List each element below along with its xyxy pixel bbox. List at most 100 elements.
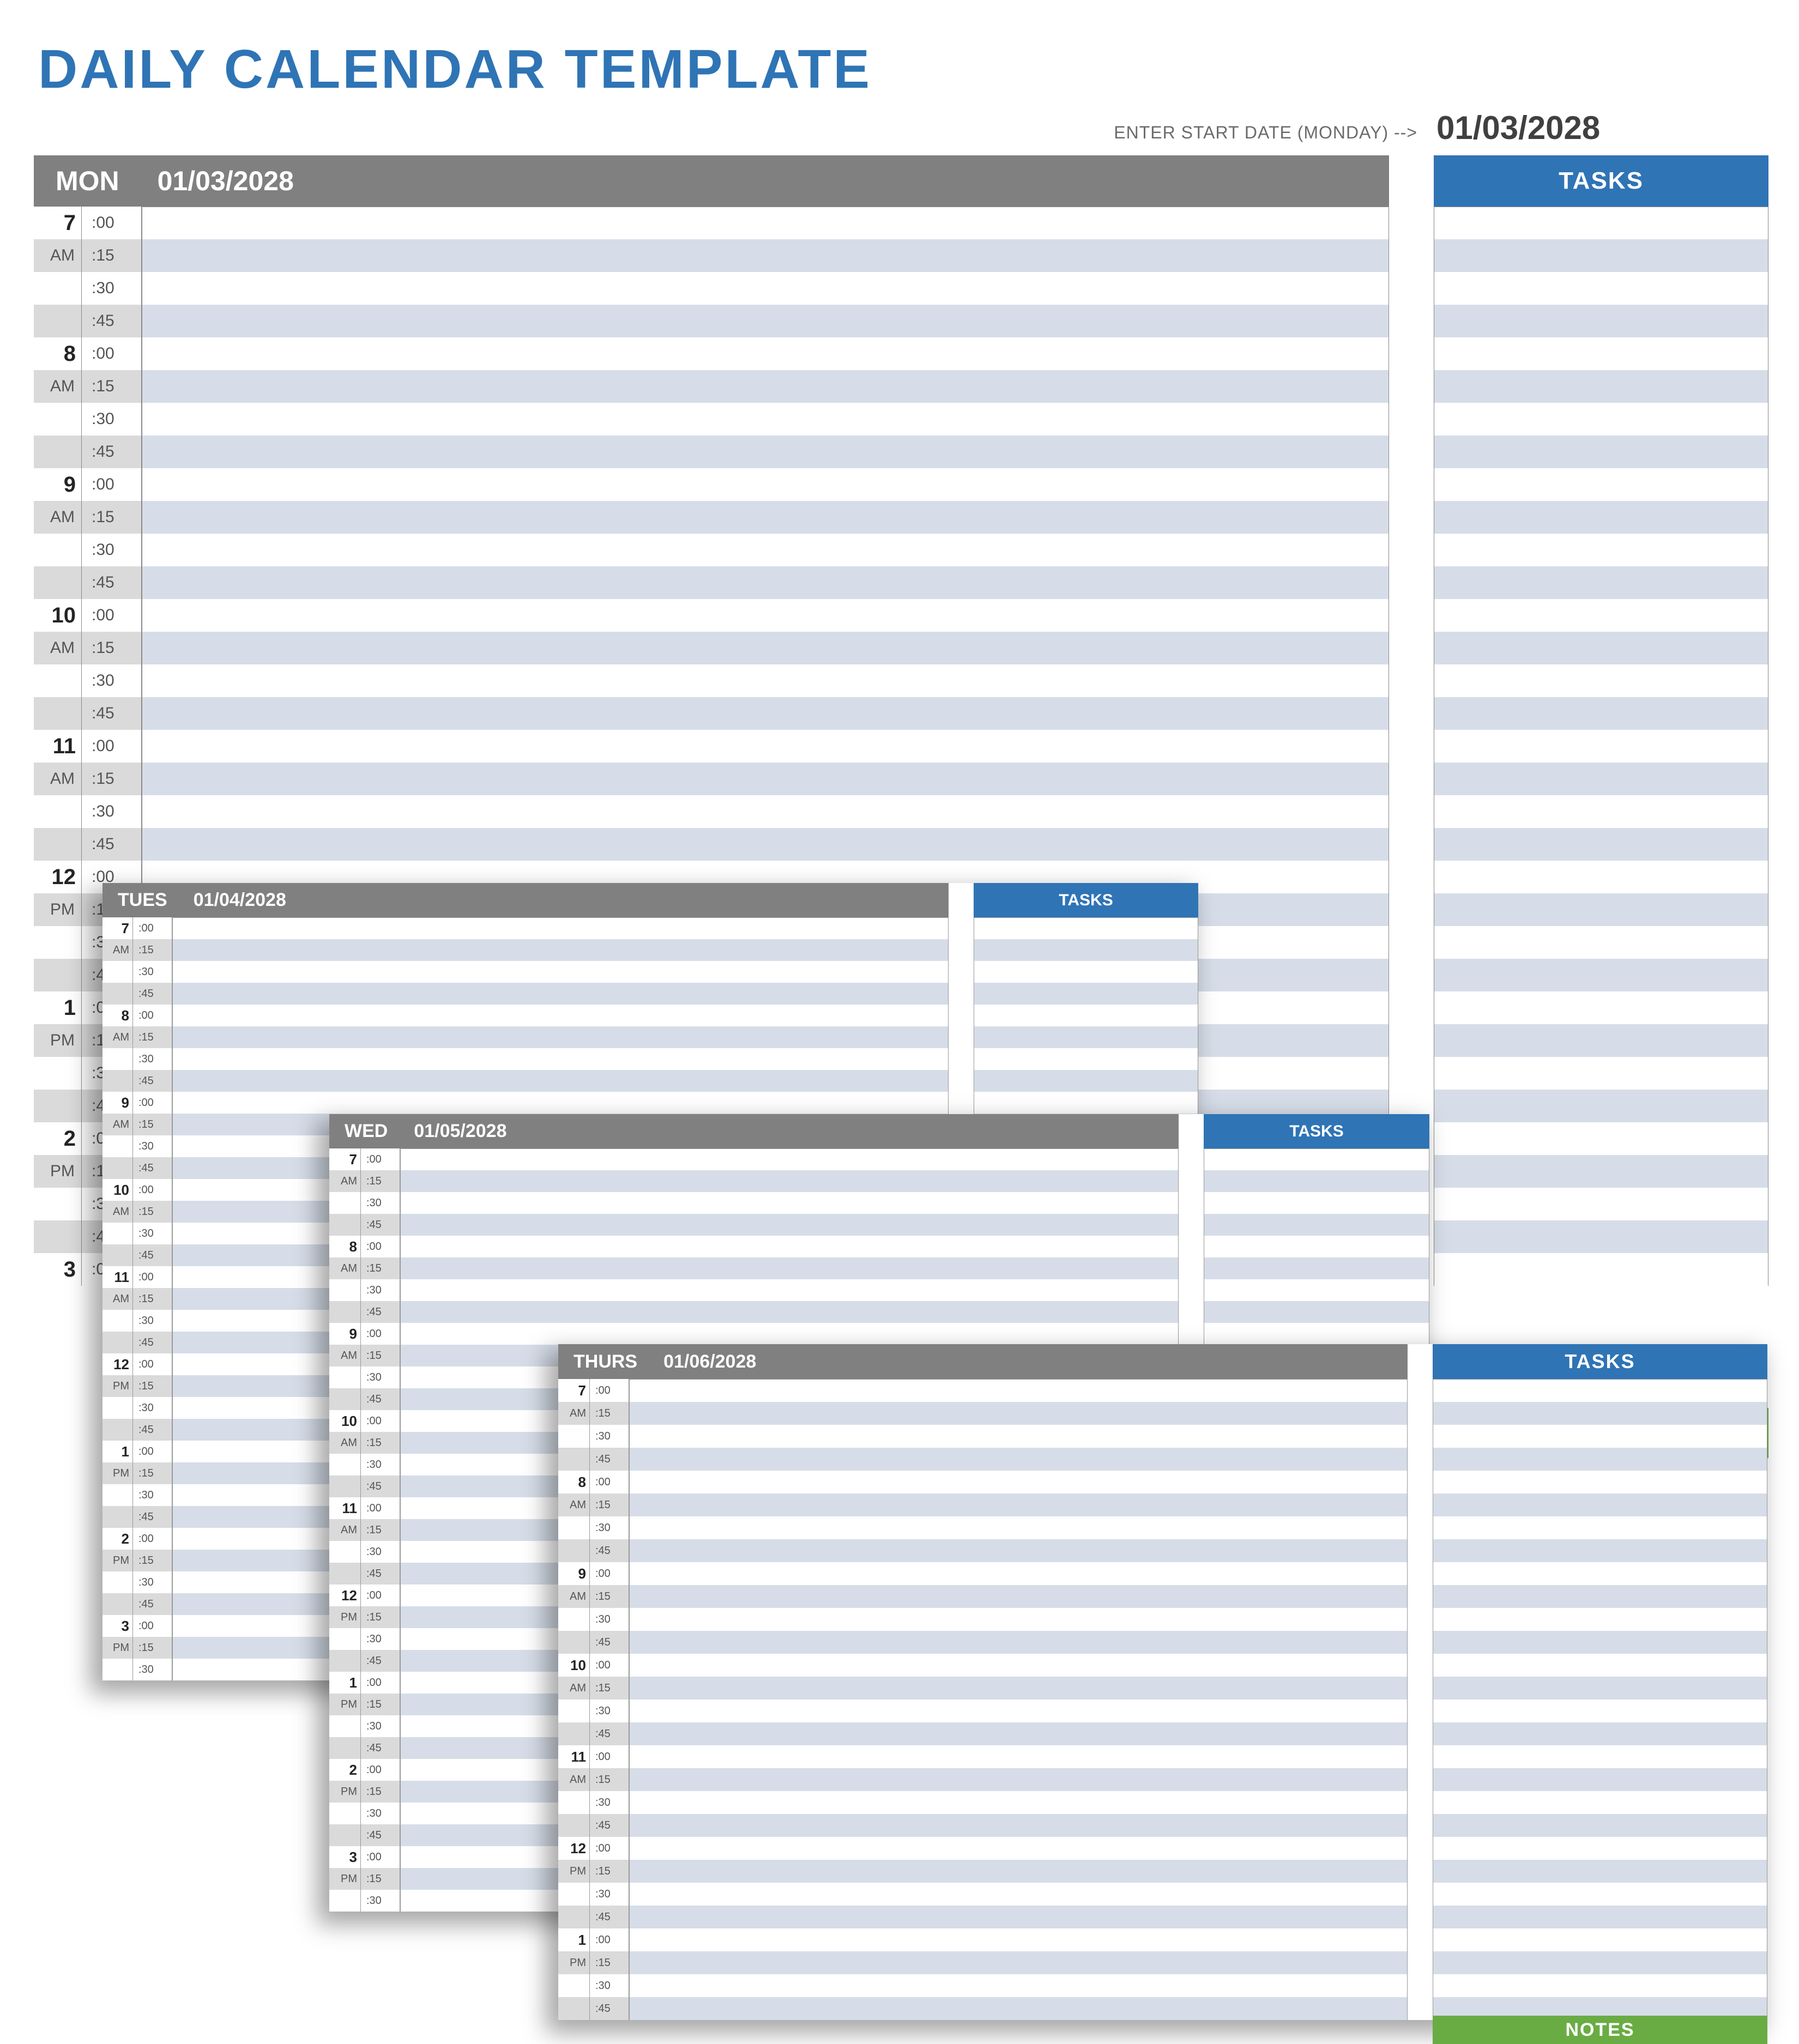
task-cell[interactable] [1204,1323,1429,1345]
task-cell[interactable] [1433,1402,1767,1425]
event-cell[interactable] [142,436,1389,468]
task-cell[interactable] [1433,1951,1767,1974]
event-cell[interactable] [629,1539,1408,1562]
event-cell[interactable] [629,1791,1408,1814]
event-cell[interactable] [142,305,1389,337]
task-cell[interactable] [1434,239,1768,272]
start-date-value[interactable]: 01/03/2028 [1436,109,1600,147]
task-cell[interactable] [1433,1448,1767,1471]
task-cell[interactable] [1434,272,1768,305]
task-cell[interactable] [1433,1631,1767,1654]
task-cell[interactable] [974,961,1198,983]
schedule-grid-thurs[interactable]: 7:00AM:15:30:458:00AM:15:30:459:00AM:15:… [558,1379,1767,2020]
task-cell[interactable] [1434,632,1768,664]
task-cell[interactable] [1434,1253,1768,1286]
event-cell[interactable] [629,1974,1408,1997]
event-cell[interactable] [400,1148,1179,1170]
event-cell[interactable] [400,1301,1179,1323]
event-cell[interactable] [142,664,1389,697]
task-cell[interactable] [1434,1057,1768,1090]
task-cell[interactable] [1433,1425,1767,1448]
event-cell[interactable] [142,599,1389,632]
task-cell[interactable] [1433,1608,1767,1631]
event-cell[interactable] [142,566,1389,599]
task-cell[interactable] [1434,828,1768,861]
task-cell[interactable] [1434,566,1768,599]
event-cell[interactable] [172,961,949,983]
task-cell[interactable] [974,1005,1198,1026]
event-cell[interactable] [629,1562,1408,1585]
event-cell[interactable] [629,1997,1408,2020]
task-cell[interactable] [974,917,1198,939]
task-cell[interactable] [974,939,1198,961]
task-cell[interactable] [1434,370,1768,403]
event-cell[interactable] [142,632,1389,664]
event-cell[interactable] [142,207,1389,239]
event-cell[interactable] [400,1257,1179,1279]
event-cell[interactable] [629,1906,1408,1928]
task-cell[interactable] [1434,1024,1768,1057]
task-cell[interactable] [1434,599,1768,632]
task-cell[interactable] [1204,1148,1429,1170]
task-cell[interactable] [1433,1906,1767,1928]
task-cell[interactable] [1433,1562,1767,1585]
task-cell[interactable] [1433,1471,1767,1493]
event-cell[interactable] [629,1585,1408,1608]
task-cell[interactable] [1434,1155,1768,1188]
task-cell[interactable] [1433,1814,1767,1837]
event-cell[interactable] [629,1860,1408,1883]
task-cell[interactable] [1433,1539,1767,1562]
task-cell[interactable] [1204,1301,1429,1323]
task-cell[interactable] [1434,436,1768,468]
event-cell[interactable] [629,1471,1408,1493]
task-cell[interactable] [1434,959,1768,991]
event-cell[interactable] [400,1279,1179,1301]
task-cell[interactable] [1434,1090,1768,1122]
task-cell[interactable] [1434,468,1768,501]
task-cell[interactable] [1204,1170,1429,1192]
event-cell[interactable] [400,1236,1179,1257]
task-cell[interactable] [974,1092,1198,1114]
event-cell[interactable] [142,239,1389,272]
event-cell[interactable] [172,917,949,939]
event-cell[interactable] [172,1048,949,1070]
event-cell[interactable] [629,1883,1408,1906]
task-cell[interactable] [1433,1379,1767,1402]
event-cell[interactable] [142,534,1389,566]
task-cell[interactable] [1434,730,1768,763]
event-cell[interactable] [142,370,1389,403]
event-cell[interactable] [400,1323,1179,1345]
task-cell[interactable] [1434,207,1768,239]
task-cell[interactable] [1434,664,1768,697]
task-cell[interactable] [1434,926,1768,959]
event-cell[interactable] [142,697,1389,730]
task-cell[interactable] [1433,1860,1767,1883]
event-cell[interactable] [400,1214,1179,1236]
task-cell[interactable] [1434,795,1768,828]
task-cell[interactable] [1433,1974,1767,1997]
task-cell[interactable] [1434,697,1768,730]
task-cell[interactable] [1434,893,1768,926]
event-cell[interactable] [172,939,949,961]
event-cell[interactable] [142,730,1389,763]
task-cell[interactable] [1434,861,1768,893]
event-cell[interactable] [629,1516,1408,1539]
event-cell[interactable] [142,501,1389,534]
event-cell[interactable] [400,1170,1179,1192]
event-cell[interactable] [629,1837,1408,1860]
task-cell[interactable] [1204,1236,1429,1257]
task-cell[interactable] [1433,1700,1767,1722]
task-cell[interactable] [1434,763,1768,795]
event-cell[interactable] [142,795,1389,828]
event-cell[interactable] [629,1768,1408,1791]
task-cell[interactable] [974,1070,1198,1092]
event-cell[interactable] [629,1722,1408,1745]
event-cell[interactable] [172,1092,949,1114]
event-cell[interactable] [629,1402,1408,1425]
task-cell[interactable] [1433,1722,1767,1745]
task-cell[interactable] [1434,403,1768,436]
task-cell[interactable] [1433,1791,1767,1814]
event-cell[interactable] [629,1493,1408,1516]
event-cell[interactable] [142,763,1389,795]
event-cell[interactable] [629,1700,1408,1722]
